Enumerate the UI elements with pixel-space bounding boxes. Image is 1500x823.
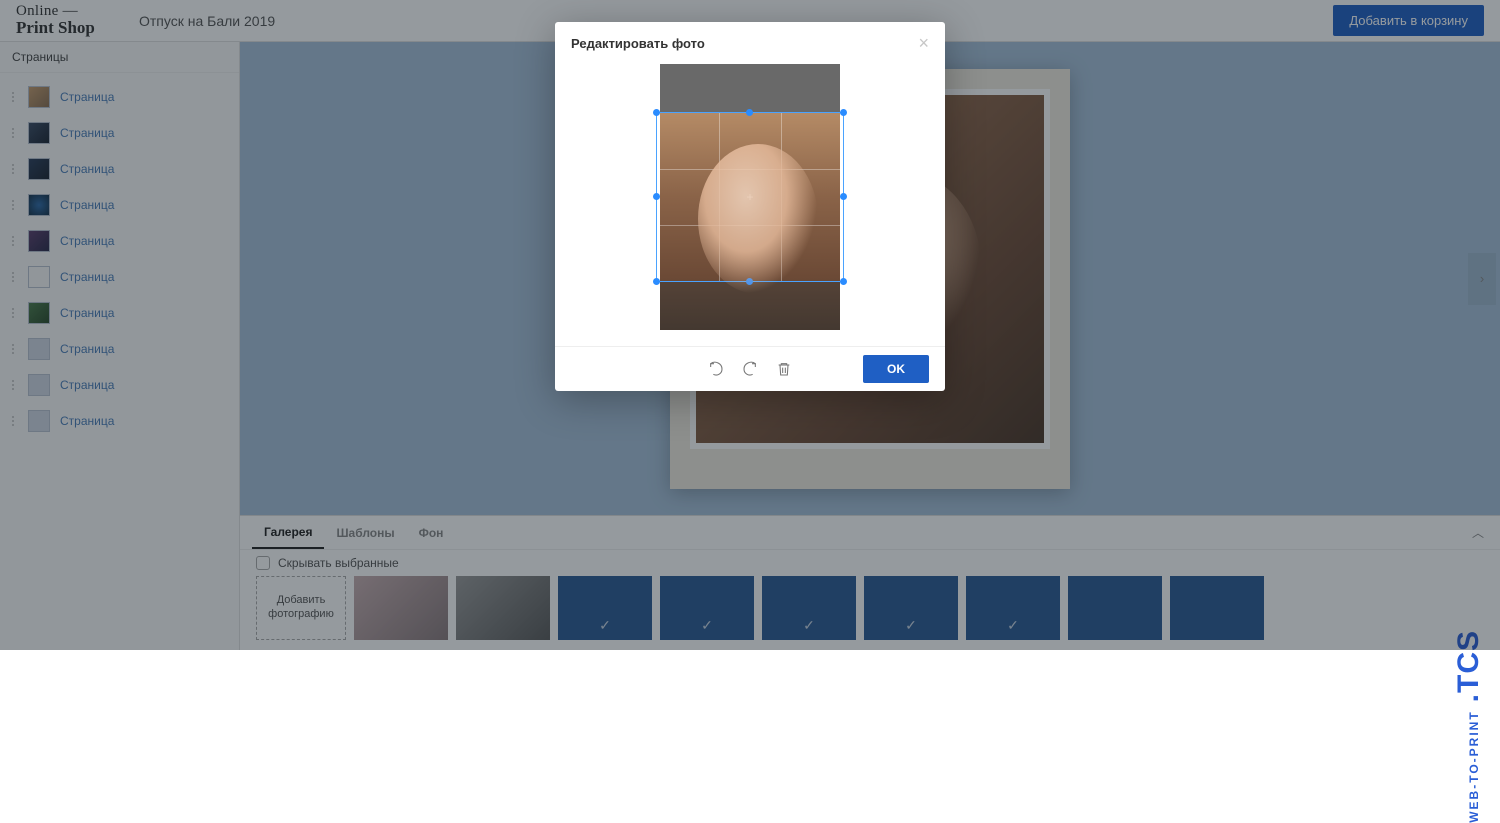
crop-handle[interactable] (840, 193, 847, 200)
rotate-left-button[interactable] (706, 359, 726, 379)
crop-grid-line (719, 113, 720, 281)
crop-mask-bottom (660, 282, 840, 330)
crop-mask-top (660, 64, 840, 112)
vendor-brand: WEB-TO-PRINT .TCS (1452, 630, 1486, 823)
close-icon: × (918, 33, 929, 53)
crop-handle[interactable] (746, 109, 753, 116)
vendor-brand-small: WEB-TO-PRINT (1467, 710, 1481, 822)
crop-grid-line (781, 113, 782, 281)
trash-icon (776, 361, 792, 377)
edit-photo-modal: Редактировать фото × + (555, 22, 945, 391)
crop-handle[interactable] (840, 278, 847, 285)
rotate-left-icon (708, 361, 724, 377)
crop-handle[interactable] (653, 278, 660, 285)
crop-center-icon: + (746, 190, 753, 204)
modal-title: Редактировать фото (571, 36, 705, 51)
crop-handle[interactable] (653, 109, 660, 116)
rotate-right-icon (742, 361, 758, 377)
crop-stage[interactable]: + (660, 64, 840, 330)
crop-handle[interactable] (746, 278, 753, 285)
rotate-right-button[interactable] (740, 359, 760, 379)
modal-overlay[interactable]: Редактировать фото × + (0, 0, 1500, 650)
close-button[interactable]: × (918, 34, 929, 52)
crop-rectangle[interactable]: + (656, 112, 844, 282)
crop-grid-line (657, 169, 843, 170)
crop-handle[interactable] (653, 193, 660, 200)
delete-button[interactable] (774, 359, 794, 379)
ok-button[interactable]: OK (863, 355, 929, 383)
crop-grid-line (657, 225, 843, 226)
crop-handle[interactable] (840, 109, 847, 116)
